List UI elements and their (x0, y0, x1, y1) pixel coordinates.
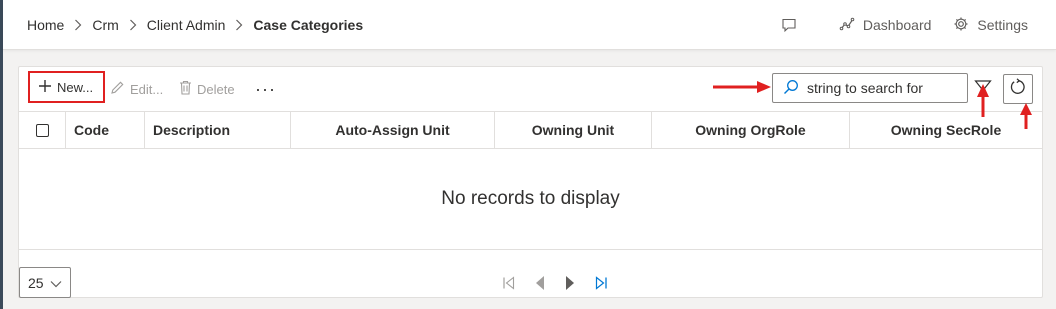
dashboard-link[interactable]: Dashboard (839, 16, 932, 35)
search-field[interactable] (772, 73, 968, 103)
page-size-value: 25 (28, 274, 44, 291)
chevron-down-icon (50, 275, 62, 291)
breadcrumb-client-admin[interactable]: Client Admin (147, 17, 226, 33)
chevron-right-icon (74, 19, 82, 31)
pagination-controls (502, 273, 608, 293)
last-page-icon[interactable] (594, 276, 608, 290)
table-header: Code Description Auto-Assign Unit Owning… (19, 111, 1042, 149)
grid-panel: New... Edit... Delete ··· string to sear… (18, 66, 1043, 298)
more-icon: ··· (255, 78, 276, 99)
annotation-arrow-search (713, 81, 771, 93)
settings-link[interactable]: Settings (953, 16, 1028, 35)
pencil-icon (110, 80, 125, 98)
chevron-right-icon (235, 19, 243, 31)
header-actions: Dashboard Settings (781, 0, 1028, 50)
top-bar: Home Crm Client Admin Case Categories Da… (3, 0, 1056, 50)
next-page-icon[interactable] (564, 275, 576, 291)
breadcrumb-current: Case Categories (253, 17, 364, 33)
search-icon (783, 79, 799, 98)
select-all-checkbox[interactable] (35, 123, 49, 137)
chevron-right-icon (129, 19, 137, 31)
column-header-owning-unit[interactable]: Owning Unit (495, 112, 652, 148)
select-all-cell (19, 112, 66, 148)
more-options-button[interactable]: ··· (255, 75, 276, 103)
breadcrumb: Home Crm Client Admin Case Categories (27, 0, 363, 50)
new-button-label: New... (57, 79, 94, 95)
first-page-icon[interactable] (502, 276, 516, 290)
annotation-arrow-filter (977, 84, 989, 117)
prev-page-icon[interactable] (534, 275, 546, 291)
empty-message: No records to display (19, 149, 1042, 250)
search-input[interactable] (807, 80, 957, 96)
gear-icon (953, 16, 969, 35)
edit-button-label: Edit... (130, 81, 164, 97)
column-header-owning-secrole[interactable]: Owning SecRole (850, 112, 1042, 148)
breadcrumb-home[interactable]: Home (27, 17, 64, 33)
delete-button-label: Delete (197, 81, 235, 97)
page-size-select[interactable]: 25 (19, 267, 71, 298)
new-button[interactable]: New... (28, 71, 105, 103)
column-header-code[interactable]: Code (66, 112, 145, 148)
column-header-auto-assign-unit[interactable]: Auto-Assign Unit (291, 112, 495, 148)
settings-label: Settings (977, 17, 1028, 33)
trash-icon (179, 80, 192, 98)
annotation-arrow-refresh (1020, 103, 1032, 129)
delete-button[interactable]: Delete (179, 75, 235, 103)
column-header-owning-orgrole[interactable]: Owning OrgRole (652, 112, 850, 148)
breadcrumb-crm[interactable]: Crm (92, 17, 118, 33)
edit-button[interactable]: Edit... (110, 75, 163, 103)
plus-icon (38, 79, 52, 96)
dashboard-label: Dashboard (862, 17, 932, 33)
refresh-icon (1009, 77, 1027, 101)
toolbar: New... Edit... Delete ··· (19, 67, 1042, 111)
column-header-description[interactable]: Description (145, 112, 291, 148)
dashboard-icon (839, 16, 855, 35)
refresh-button[interactable] (1003, 74, 1033, 104)
chat-icon[interactable] (781, 17, 797, 33)
